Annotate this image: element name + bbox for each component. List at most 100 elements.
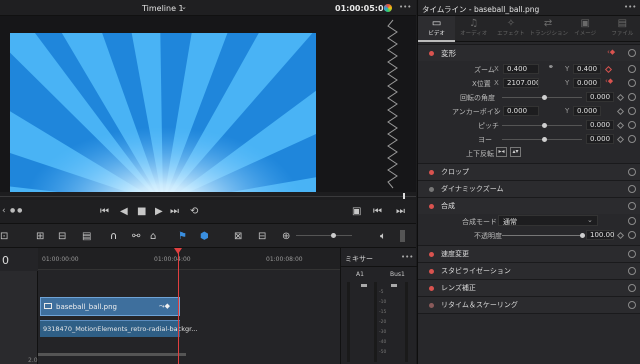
keyframe-icon[interactable] <box>616 231 625 240</box>
snap-magnet-icon[interactable]: ∩ <box>110 231 117 242</box>
section-speed-change[interactable]: 速度変更 <box>418 245 640 262</box>
lock-icon[interactable]: ⌂ <box>150 231 156 242</box>
reset-icon[interactable] <box>628 65 636 73</box>
timeline-ruler[interactable]: 01:00:00:00 01:00:04:00 01:00:08:00 <box>38 248 340 270</box>
enable-dot[interactable] <box>429 251 434 257</box>
viewer-scrubber[interactable] <box>0 192 416 200</box>
scrub-playhead[interactable] <box>403 193 405 199</box>
zoom-x-field[interactable]: 0.400 <box>503 64 539 74</box>
enable-dot[interactable] <box>429 203 434 209</box>
zoom-y-field[interactable]: 0.400 <box>573 64 601 74</box>
go-to-start-icon[interactable]: ⏮ <box>100 206 109 217</box>
reset-icon[interactable] <box>628 121 636 129</box>
volume-level[interactable] <box>400 230 405 242</box>
enable-dot[interactable] <box>429 169 434 175</box>
match-frame-icon[interactable]: ▣ <box>352 206 361 217</box>
opacity-knob[interactable] <box>580 233 585 238</box>
zoom-slider[interactable] <box>296 235 352 236</box>
reset-icon[interactable] <box>628 231 636 239</box>
overwrite-icon[interactable]: ⊟ <box>58 231 66 242</box>
enable-dot[interactable] <box>429 50 434 56</box>
rotation-knob[interactable] <box>542 95 547 100</box>
reset-icon[interactable] <box>628 202 636 210</box>
keyframe-icon[interactable] <box>616 121 625 130</box>
section-lens-correction[interactable]: レンズ補正 <box>418 279 640 296</box>
flag-icon[interactable]: ⚑ <box>178 231 187 242</box>
flip-horizontal-icon[interactable]: ▸◂ <box>496 147 507 157</box>
reset-icon[interactable] <box>628 217 636 225</box>
pitch-field[interactable]: 0.000 <box>586 120 614 130</box>
inspector-more-icon[interactable]: ••• <box>624 3 636 11</box>
anchor-x-field[interactable]: 0.000 <box>503 106 539 116</box>
reset-icon[interactable] <box>628 79 636 87</box>
section-dynamic-zoom[interactable]: ダイナミックズーム <box>418 180 640 197</box>
step-back-icon[interactable]: ◀ <box>120 206 128 217</box>
tab-image[interactable]: ▣ イメージ <box>567 16 604 42</box>
keyframe-nav-icon[interactable]: ‹◆ <box>605 77 613 85</box>
video-clip[interactable]: baseball_ball.png ⤳◆ <box>40 297 180 316</box>
fader-a1[interactable] <box>361 284 367 287</box>
tab-transition[interactable]: ⇄ トランジション <box>530 16 569 42</box>
anchor-y-field[interactable]: 0.000 <box>573 106 601 116</box>
section-crop[interactable]: クロップ <box>418 163 640 180</box>
reset-icon[interactable] <box>628 107 636 115</box>
viewer-canvas[interactable] <box>0 16 416 204</box>
section-transform[interactable]: 変形 ‹◆ <box>418 44 640 61</box>
reset-icon[interactable] <box>628 250 636 258</box>
opacity-field[interactable]: 100.00 <box>586 230 615 240</box>
tab-video[interactable]: ▭ ビデオ <box>418 16 456 42</box>
color-wheel-icon[interactable] <box>384 4 392 12</box>
enable-dot[interactable] <box>429 285 434 291</box>
pitch-knob[interactable] <box>542 123 547 128</box>
go-to-end-icon[interactable]: ⏭ <box>170 206 179 217</box>
nav-dots[interactable]: ● ● <box>10 207 22 214</box>
timeline-panel[interactable]: 0 01:00:00:00 01:00:04:00 01:00:08:00 2.… <box>0 248 340 364</box>
fader-bus1[interactable] <box>391 284 397 287</box>
enable-dot[interactable] <box>429 302 434 308</box>
reset-icon[interactable] <box>628 93 636 101</box>
volume-icon[interactable]: 🔈︎ <box>380 231 386 242</box>
enable-dot[interactable] <box>429 186 434 192</box>
reset-icon[interactable] <box>628 267 636 275</box>
section-stabilization[interactable]: スタビライゼーション <box>418 262 640 279</box>
rotation-field[interactable]: 0.000 <box>586 92 614 102</box>
clip-keyframe-icon[interactable]: ⤳◆ <box>159 302 170 311</box>
zoom-slider-knob[interactable] <box>331 233 336 238</box>
stop-icon[interactable]: ■ <box>137 206 146 217</box>
reset-icon[interactable] <box>628 168 636 176</box>
insert-icon[interactable]: ⊞ <box>36 231 44 242</box>
zoom-custom-icon[interactable]: ⊕ <box>282 231 290 242</box>
select-tool-icon[interactable]: ⊡ <box>0 231 8 242</box>
link-icon[interactable]: ⚯ <box>132 231 140 242</box>
timeline-scrollbar[interactable] <box>38 353 186 356</box>
position-x-field[interactable]: 2107.000 <box>503 78 539 88</box>
composite-mode-select[interactable]: 通常 ⌄ <box>498 215 598 226</box>
flip-vertical-icon[interactable]: ▴▾ <box>510 147 521 157</box>
replace-icon[interactable]: ▤ <box>82 231 91 242</box>
play-icon[interactable]: ▶ <box>155 206 163 217</box>
background-clip[interactable]: 9318470_MotionElements_retro-radial-back… <box>40 320 197 337</box>
marker-icon[interactable]: ⬢ <box>200 231 209 242</box>
timeline-playhead[interactable] <box>178 248 179 364</box>
enable-dot[interactable] <box>429 268 434 274</box>
reset-icon[interactable] <box>628 135 636 143</box>
yaw-field[interactable]: 0.000 <box>586 134 614 144</box>
yaw-knob[interactable] <box>542 137 547 142</box>
keyframe-icon[interactable] <box>616 93 625 102</box>
keyframe-icon[interactable] <box>604 65 613 74</box>
zoom-detail-icon[interactable]: ⊟ <box>258 231 266 242</box>
keyframe-nav-icon[interactable]: ‹◆ <box>607 48 615 56</box>
keyframe-icon[interactable] <box>616 135 625 144</box>
reset-icon[interactable] <box>628 301 636 309</box>
more-icon[interactable]: ••• <box>399 3 411 11</box>
keyframe-icon[interactable] <box>616 107 625 116</box>
prev-clip-icon[interactable]: ⏮ <box>373 206 382 217</box>
reset-icon[interactable] <box>628 284 636 292</box>
tab-audio[interactable]: ♫ オーディオ <box>455 16 492 42</box>
tab-effect[interactable]: ✧ エフェクト <box>492 16 529 42</box>
next-clip-icon[interactable]: ⏭ <box>396 206 405 217</box>
reset-icon[interactable] <box>628 185 636 193</box>
section-retime-scaling[interactable]: リタイム＆スケーリング <box>418 296 640 313</box>
timeline-name[interactable]: Timeline 1 <box>142 4 184 13</box>
nav-left-icon[interactable]: ‹ <box>2 206 6 216</box>
